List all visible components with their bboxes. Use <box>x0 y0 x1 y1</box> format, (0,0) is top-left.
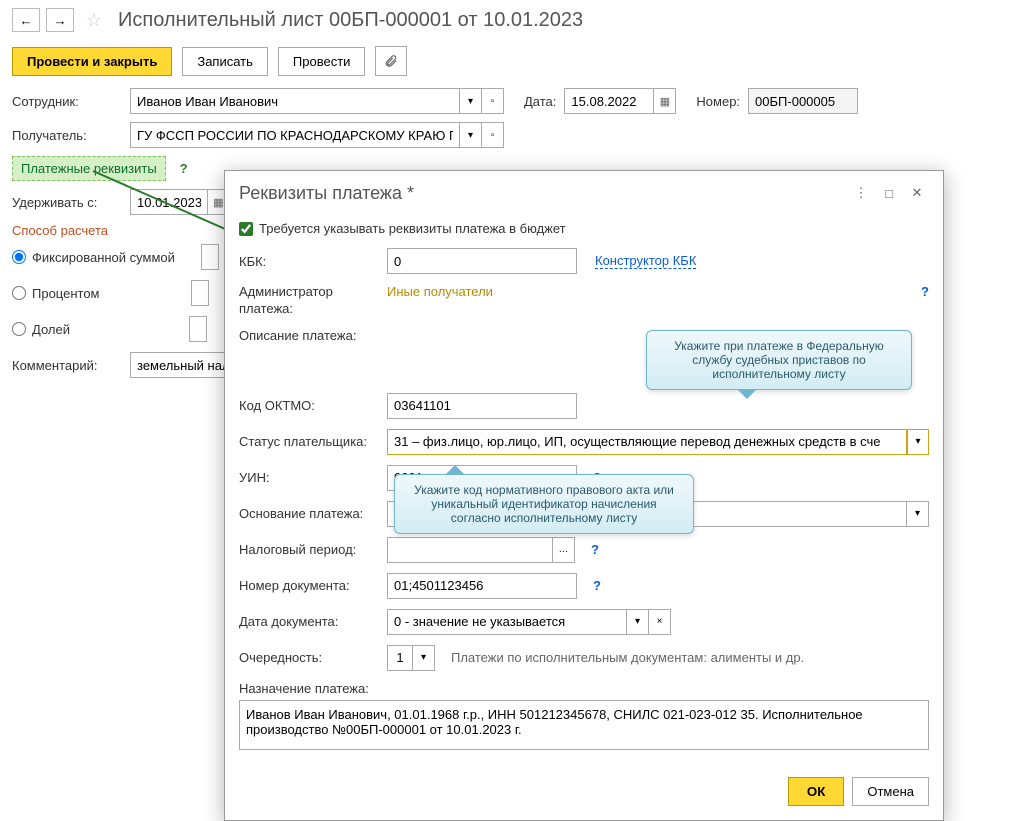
number-label: Номер: <box>696 94 740 109</box>
radio-share[interactable] <box>12 322 26 336</box>
share-value-input[interactable] <box>189 316 207 342</box>
admin-help-icon[interactable]: ? <box>921 284 929 299</box>
radio-percent-label: Процентом <box>32 286 100 301</box>
radio-fixed-label: Фиксированной суммой <box>32 250 175 265</box>
modal-close-button[interactable]: ✕ <box>905 181 929 205</box>
purpose-label: Назначение платежа: <box>239 681 929 696</box>
modal-more-button[interactable]: ⋮ <box>849 181 873 205</box>
oktmo-input[interactable] <box>387 393 577 419</box>
desc-label: Описание платежа: <box>239 328 379 343</box>
employee-open-button[interactable]: ▫ <box>482 88 504 114</box>
employee-dropdown-button[interactable]: ▾ <box>460 88 482 114</box>
recipient-dropdown-button[interactable]: ▾ <box>460 122 482 148</box>
page-title: Исполнительный лист 00БП-000001 от 10.01… <box>118 9 583 32</box>
radio-fixed[interactable] <box>12 250 26 264</box>
tooltip-uin: Укажите код нормативного правового акта … <box>394 474 694 534</box>
paperclip-icon <box>384 54 398 68</box>
withhold-from-input[interactable] <box>130 189 208 215</box>
conduct-button[interactable]: Провести <box>278 47 366 76</box>
comment-label: Комментарий: <box>12 358 122 373</box>
tooltip-payer-status: Укажите при платеже в Федеральную службу… <box>646 330 912 390</box>
doc-number-input[interactable] <box>387 573 577 599</box>
admin-value: Иные получатели <box>387 284 493 299</box>
purpose-textarea[interactable] <box>239 700 929 750</box>
payment-details-help-icon[interactable]: ? <box>180 161 188 176</box>
date-input[interactable] <box>564 88 654 114</box>
withhold-from-label: Удерживать с: <box>12 195 122 210</box>
recipient-input[interactable] <box>130 122 460 148</box>
payer-status-label: Статус плательщика: <box>239 434 379 449</box>
employee-input[interactable] <box>130 88 460 114</box>
oktmo-label: Код ОКТМО: <box>239 398 379 413</box>
admin-label: Администратор платежа: <box>239 284 379 318</box>
tax-period-label: Налоговый период: <box>239 542 379 557</box>
recipient-open-button[interactable]: ▫ <box>482 122 504 148</box>
star-icon[interactable]: ☆ <box>84 10 104 30</box>
calendar-icon: ▦ <box>660 95 670 108</box>
priority-label: Очередность: <box>239 650 379 665</box>
number-input <box>748 88 858 114</box>
payer-status-input[interactable] <box>387 429 907 455</box>
percent-value-input[interactable] <box>191 280 209 306</box>
priority-dropdown-button[interactable]: ▾ <box>413 645 435 671</box>
titlebar: ← → ☆ Исполнительный лист 00БП-000001 от… <box>0 0 1018 40</box>
employee-label: Сотрудник: <box>12 94 122 109</box>
calendar-icon: ▦ <box>213 196 223 209</box>
tax-period-help-icon[interactable]: ? <box>591 542 599 557</box>
ok-button[interactable]: ОК <box>788 777 845 806</box>
doc-date-label: Дата документа: <box>239 614 379 629</box>
save-button[interactable]: Записать <box>182 47 268 76</box>
cancel-button[interactable]: Отмена <box>852 777 929 806</box>
tax-period-more-button[interactable]: … <box>553 537 575 563</box>
payment-details-link[interactable]: Платежные реквизиты <box>12 156 166 181</box>
attachment-button[interactable] <box>375 46 407 76</box>
payer-status-dropdown-button[interactable]: ▾ <box>907 429 929 455</box>
fixed-value-input[interactable] <box>201 244 219 270</box>
date-label: Дата: <box>524 94 556 109</box>
budget-checkbox[interactable] <box>239 222 253 236</box>
budget-checkbox-label: Требуется указывать реквизиты платежа в … <box>259 221 566 236</box>
recipient-label: Получатель: <box>12 128 122 143</box>
kbk-constructor-link[interactable]: Конструктор КБК <box>595 253 696 269</box>
priority-desc: Платежи по исполнительным документам: ал… <box>451 650 804 665</box>
modal-maximize-button[interactable]: □ <box>877 181 901 205</box>
modal-title: Реквизиты платежа * <box>239 183 845 204</box>
doc-date-clear-button[interactable]: × <box>649 609 671 635</box>
toolbar: Провести и закрыть Записать Провести <box>0 40 1018 88</box>
kbk-label: КБК: <box>239 254 379 269</box>
doc-number-label: Номер документа: <box>239 578 379 593</box>
basis-label: Основание платежа: <box>239 506 379 521</box>
basis-dropdown-button[interactable]: ▾ <box>907 501 929 527</box>
back-button[interactable]: ← <box>12 8 40 32</box>
doc-date-input[interactable] <box>387 609 627 635</box>
radio-share-label: Долей <box>32 322 70 337</box>
doc-number-help-icon[interactable]: ? <box>593 578 601 593</box>
tax-period-input[interactable] <box>387 537 553 563</box>
priority-input[interactable] <box>387 645 413 671</box>
uin-label: УИН: <box>239 470 379 485</box>
forward-button[interactable]: → <box>46 8 74 32</box>
date-calendar-button[interactable]: ▦ <box>654 88 676 114</box>
doc-date-dropdown-button[interactable]: ▾ <box>627 609 649 635</box>
radio-percent[interactable] <box>12 286 26 300</box>
conduct-close-button[interactable]: Провести и закрыть <box>12 47 172 76</box>
kbk-input[interactable] <box>387 248 577 274</box>
